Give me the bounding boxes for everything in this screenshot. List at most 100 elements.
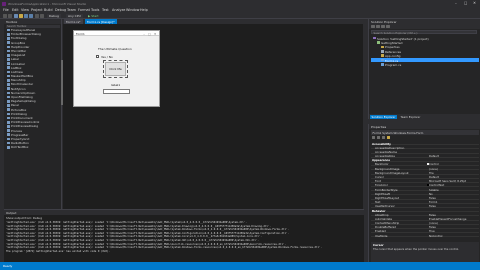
- back-icon[interactable]: [3, 14, 7, 18]
- save-icon[interactable]: [24, 14, 28, 18]
- tab-solution-explorer[interactable]: Solution Explorer: [370, 114, 397, 120]
- minimize-button[interactable]: –: [455, 1, 457, 5]
- properties-icon[interactable]: [382, 136, 385, 140]
- output-source-selector[interactable]: Show output from: Debug: [6, 216, 42, 220]
- tab-team-explorer[interactable]: Team Explorer: [399, 115, 422, 120]
- property-description-title: Cursor: [373, 243, 384, 247]
- file-icon: [381, 63, 384, 66]
- start-button[interactable]: ▶ Start: [88, 14, 99, 18]
- file-icon: [377, 41, 380, 44]
- menu-edit[interactable]: Edit: [12, 8, 19, 12]
- platform-dropdown[interactable]: Any CPU: [66, 14, 83, 18]
- redo-icon[interactable]: [40, 14, 44, 18]
- form-title-bar: Form1 – □ ✕: [74, 31, 159, 36]
- control-icon: [7, 141, 10, 145]
- solution-explorer-panel: Solution Explorer Search Solution Explor…: [368, 19, 480, 120]
- toolbox-item[interactable]: RichTextBox: [6, 145, 60, 149]
- refresh-icon[interactable]: [381, 24, 385, 29]
- menu-debug[interactable]: Debug: [55, 8, 66, 12]
- form-title: Form1: [76, 32, 85, 36]
- output-title: Output: [4, 210, 364, 215]
- control-icon: [7, 45, 10, 49]
- form-label-1[interactable]: label1: [111, 83, 120, 87]
- toolbox-list: FlowLayoutPanel FolderBrowserDialog FontDi…: [6, 28, 60, 149]
- menu-help[interactable]: Help: [140, 8, 148, 12]
- control-icon: [7, 79, 10, 82]
- menu-tools[interactable]: Tools: [91, 8, 99, 12]
- form-checkbox-label[interactable]: Yes / No: [101, 55, 113, 59]
- control-icon: [7, 146, 10, 149]
- control-icon: [7, 137, 10, 141]
- open-icon[interactable]: [19, 14, 23, 18]
- toolbox-title: Toolbox: [4, 19, 61, 24]
- control-icon: [7, 108, 10, 111]
- control-icon: [7, 49, 10, 53]
- control-icon: [7, 70, 10, 74]
- menu-test[interactable]: Test: [102, 8, 109, 12]
- new-project-icon[interactable]: [14, 14, 18, 18]
- menu-build[interactable]: Build: [44, 8, 53, 12]
- menu-view[interactable]: View: [21, 8, 29, 12]
- solution-tree: Solution 'GettingStarted' (1 project) Get…: [371, 36, 479, 67]
- events-icon[interactable]: [387, 136, 390, 140]
- forward-icon[interactable]: [8, 14, 12, 18]
- save-all-icon[interactable]: [29, 14, 33, 18]
- menu-team[interactable]: Team: [67, 8, 76, 12]
- control-icon: [7, 58, 10, 61]
- collapse-icon[interactable]: [386, 24, 390, 29]
- property-row[interactable]: ImeMode NoControl: [371, 233, 479, 238]
- control-icon: [7, 66, 10, 70]
- control-icon: [7, 28, 10, 32]
- properties-title: Properties: [369, 124, 480, 129]
- form-checkbox[interactable]: [96, 55, 99, 58]
- control-icon: [7, 120, 10, 124]
- control-icon: [7, 62, 10, 65]
- config-dropdown[interactable]: Debug: [47, 14, 61, 18]
- menu-window[interactable]: Window: [126, 8, 139, 12]
- control-icon: [7, 91, 10, 95]
- sync-icon[interactable]: [376, 24, 380, 29]
- editor-area: Form1.cs* Form1.cs [Design]* Form1 – □ ✕…: [63, 19, 363, 209]
- control-icon: [7, 53, 10, 57]
- menu-analyze[interactable]: Analyze: [112, 8, 125, 12]
- solution-search-input[interactable]: Search Solution Explorer (Ctrl+;): [371, 30, 477, 35]
- file-icon: [373, 36, 376, 40]
- control-icon: [7, 37, 10, 40]
- control-icon: [7, 83, 10, 86]
- file-icon: [381, 50, 384, 53]
- close-button[interactable]: ✕: [473, 1, 476, 5]
- form-click-button[interactable]: Click Me: [103, 60, 128, 78]
- output-panel: Output Show output from: Debug 'GettingS…: [4, 209, 364, 262]
- menu-format[interactable]: Format: [78, 8, 90, 12]
- form-preview[interactable]: Form1 – □ ✕ The Ultimate Question Yes / …: [73, 30, 160, 107]
- control-icon: [7, 129, 10, 132]
- menu-file[interactable]: File: [3, 8, 9, 12]
- undo-icon[interactable]: [35, 14, 39, 18]
- output-line: The program '[2872] GettingStarted.exe' …: [6, 249, 110, 253]
- properties-panel: Properties Form1 System.Windows.Forms.Fo…: [368, 124, 480, 270]
- control-icon: [7, 116, 10, 120]
- properties-toolbar: [371, 136, 479, 140]
- categorized-icon[interactable]: [372, 136, 375, 140]
- maximize-button[interactable]: □: [464, 1, 467, 5]
- properties-object-selector[interactable]: Form1 System.Windows.Forms.Form: [371, 130, 479, 135]
- window-title: WindowsFormsApplication1 - Microsoft Vis…: [8, 1, 87, 6]
- control-icon: [7, 74, 10, 78]
- toolbox-item-label: RichTextBox: [11, 145, 29, 150]
- status-text: Ready: [3, 264, 13, 268]
- menu-project[interactable]: Project: [31, 8, 43, 12]
- control-icon: [7, 41, 10, 44]
- alphabetical-icon[interactable]: [377, 136, 380, 140]
- toolbox-panel: Toolbox Search Toolbox FlowLayoutPanel Fo…: [4, 19, 62, 209]
- solution-explorer-toolbar: [369, 24, 480, 29]
- form-label-question[interactable]: The Ultimate Question: [98, 47, 132, 51]
- form-textbox[interactable]: [103, 89, 130, 94]
- control-icon: [7, 133, 10, 137]
- home-icon[interactable]: [371, 24, 375, 29]
- form-click-button-label: Click Me: [109, 67, 122, 71]
- title-bar: WindowsFormsApplication1 - Microsoft Vis…: [0, 0, 480, 7]
- tree-item-label: Program.cs: [385, 62, 402, 67]
- tree-item[interactable]: Program.cs: [371, 62, 479, 67]
- file-icon: [381, 54, 384, 58]
- property-value[interactable]: NoControl: [429, 234, 477, 238]
